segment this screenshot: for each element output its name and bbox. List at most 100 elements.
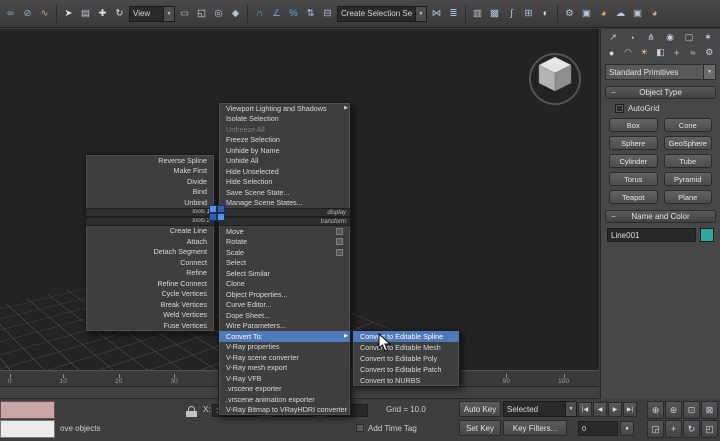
- menu-item-scale[interactable]: Scale: [219, 247, 350, 258]
- sphere-button[interactable]: Sphere: [609, 136, 658, 150]
- menu-item-convert-editable-poly[interactable]: Convert to Editable Poly: [353, 353, 459, 364]
- menu-item-convert-nurbs[interactable]: Convert to NURBS: [353, 375, 459, 386]
- menu-item-break-vertices[interactable]: Break Vertices: [86, 299, 214, 310]
- set-key-button[interactable]: Set Key: [459, 420, 501, 436]
- schematic-view-icon[interactable]: ⊞: [521, 6, 536, 22]
- menu-item-wire-parameters[interactable]: Wire Parameters...: [219, 321, 350, 332]
- lights-category-icon[interactable]: ☀: [637, 46, 652, 59]
- menu-item-make-first[interactable]: Make First: [86, 166, 214, 177]
- spacewarps-category-icon[interactable]: ≈: [685, 46, 700, 59]
- menu-item-dope-sheet[interactable]: Dope Sheet...: [219, 310, 350, 321]
- mirror-icon[interactable]: ⋈: [429, 6, 444, 22]
- object-type-rollout[interactable]: − Object Type: [605, 86, 716, 99]
- teapot-button[interactable]: Teapot: [609, 190, 658, 204]
- zoom-extents-all-icon[interactable]: ⊠: [701, 401, 718, 419]
- menu-item-convert-editable-patch[interactable]: Convert to Editable Patch: [353, 364, 459, 375]
- quad-title-display[interactable]: display: [219, 208, 350, 217]
- key-mode-toggle-button[interactable]: ●: [620, 421, 634, 436]
- motion-tab-icon[interactable]: ◉: [661, 31, 679, 44]
- zoom-icon[interactable]: ⊕: [647, 401, 664, 419]
- menu-item-convert-editable-mesh[interactable]: Convert to Editable Mesh: [353, 342, 459, 353]
- settings-box-icon[interactable]: [336, 249, 343, 256]
- render-in-cloud-icon[interactable]: ☁: [613, 6, 628, 22]
- menu-item-curve-editor[interactable]: Curve Editor...: [219, 300, 350, 311]
- name-and-color-rollout[interactable]: − Name and Color: [605, 210, 716, 223]
- menu-item-move[interactable]: Move: [219, 226, 350, 237]
- play-button[interactable]: ▶: [608, 402, 622, 417]
- box-button[interactable]: Box: [609, 118, 658, 132]
- menu-item-hide-selection[interactable]: Hide Selection: [219, 177, 350, 188]
- menu-item-vrscene-exporter[interactable]: .vrscene exporter: [219, 384, 350, 395]
- select-and-manipulate-icon[interactable]: ◆: [228, 6, 243, 22]
- menu-item-unbind[interactable]: Unbind: [86, 197, 214, 208]
- material-editor-icon[interactable]: ◐: [538, 6, 553, 22]
- menu-item-convert-to[interactable]: Convert To: ▶: [219, 331, 350, 342]
- menu-item-viewport-lighting[interactable]: Viewport Lighting and Shadows ▶: [219, 103, 350, 114]
- cameras-category-icon[interactable]: ◧: [653, 46, 668, 59]
- menu-item-vray-mesh-export[interactable]: V-Ray mesh export: [219, 363, 350, 374]
- menu-item-object-properties[interactable]: Object Properties...: [219, 289, 350, 300]
- cone-button[interactable]: Cone: [664, 118, 713, 132]
- cylinder-button[interactable]: Cylinder: [609, 154, 658, 168]
- toolbar-icon-unidentified[interactable]: ▣: [630, 6, 645, 22]
- hierarchy-tab-icon[interactable]: ⋔: [642, 31, 660, 44]
- zoom-region-icon[interactable]: ◲: [647, 420, 664, 438]
- menu-item-divide[interactable]: Divide: [86, 176, 214, 187]
- maxscript-listener-output[interactable]: [0, 420, 55, 438]
- selection-lock-icon[interactable]: [186, 406, 197, 417]
- menu-item-clone[interactable]: Clone: [219, 279, 350, 290]
- shapes-category-icon[interactable]: ◠: [620, 46, 635, 59]
- zoom-all-icon[interactable]: ⊛: [665, 401, 682, 419]
- tube-button[interactable]: Tube: [664, 154, 713, 168]
- primitive-category-dropdown[interactable]: Standard Primitives ▼: [605, 64, 716, 80]
- menu-item-rotate[interactable]: Rotate: [219, 237, 350, 248]
- helpers-category-icon[interactable]: +: [669, 46, 684, 59]
- auto-key-button[interactable]: Auto Key: [459, 401, 501, 417]
- menu-item-refine-connect[interactable]: Refine Connect: [86, 278, 214, 289]
- utilities-tab-icon[interactable]: ✶: [699, 31, 717, 44]
- menu-item-bind[interactable]: Bind: [86, 187, 214, 198]
- pyramid-button[interactable]: Pyramid: [664, 172, 713, 186]
- quad-title-transform[interactable]: transform: [219, 217, 350, 226]
- select-and-move-icon[interactable]: ✚: [95, 6, 110, 22]
- menu-item-vrscene-animation-exporter[interactable]: .vrscene animation exporter: [219, 394, 350, 405]
- systems-category-icon[interactable]: ⚙: [702, 46, 717, 59]
- object-name-field[interactable]: Line001: [607, 228, 696, 242]
- bind-to-spacewarp-icon[interactable]: ∿: [37, 6, 52, 22]
- menu-item-freeze-selection[interactable]: Freeze Selection: [219, 135, 350, 146]
- select-and-rotate-icon[interactable]: ↻: [112, 6, 127, 22]
- menu-item-vray-properties[interactable]: V-Ray properties: [219, 342, 350, 353]
- modify-tab-icon[interactable]: ◔: [623, 31, 641, 44]
- menu-item-reverse-spline[interactable]: Reverse Spline: [86, 155, 214, 166]
- snaps-toggle-icon[interactable]: ∩: [252, 6, 267, 22]
- torus-button[interactable]: Torus: [609, 172, 658, 186]
- quad-title-tools2[interactable]: tools 2: [86, 217, 214, 226]
- unlink-selection-icon[interactable]: ⊘: [20, 6, 35, 22]
- menu-item-convert-editable-spline[interactable]: Convert to Editable Spline: [353, 331, 459, 342]
- menu-item-create-line[interactable]: Create Line: [86, 226, 214, 237]
- menu-item-vray-bitmap-converter[interactable]: V-Ray Bitmap to VRayHDRI converter: [219, 405, 350, 416]
- geometry-category-icon[interactable]: ●: [604, 46, 619, 59]
- quad-title-tools1[interactable]: tools 1: [86, 208, 214, 217]
- pan-icon[interactable]: +: [665, 420, 682, 438]
- select-and-scale-icon[interactable]: ◱: [194, 6, 209, 22]
- menu-item-manage-scene-states[interactable]: Manage Scene States...: [219, 198, 350, 209]
- display-tab-icon[interactable]: ▢: [680, 31, 698, 44]
- menu-item-fuse-vertices[interactable]: Fuse Vertices: [86, 320, 214, 331]
- plane-button[interactable]: Plane: [664, 190, 713, 204]
- angle-snap-icon[interactable]: ∠: [269, 6, 284, 22]
- menu-item-cycle-vertices[interactable]: Cycle Vertices: [86, 289, 214, 300]
- menu-item-detach-segment[interactable]: Detach Segment: [86, 247, 214, 258]
- menu-item-select[interactable]: Select: [219, 258, 350, 269]
- toolbar-icon-unidentified[interactable]: ◕: [647, 6, 662, 22]
- percent-snap-icon[interactable]: %: [286, 6, 301, 22]
- autogrid-checkbox[interactable]: [615, 104, 624, 113]
- maxscript-listener-input[interactable]: [0, 401, 55, 419]
- create-tab-icon[interactable]: ↗: [604, 31, 622, 44]
- menu-item-unhide-by-name[interactable]: Unhide by Name: [219, 145, 350, 156]
- menu-item-save-scene-state[interactable]: Save Scene State...: [219, 187, 350, 198]
- menu-item-unhide-all[interactable]: Unhide All: [219, 156, 350, 167]
- menu-item-refine[interactable]: Refine: [86, 268, 214, 279]
- menu-item-weld-vertices[interactable]: Weld Vertices: [86, 310, 214, 321]
- use-pivot-center-icon[interactable]: ◎: [211, 6, 226, 22]
